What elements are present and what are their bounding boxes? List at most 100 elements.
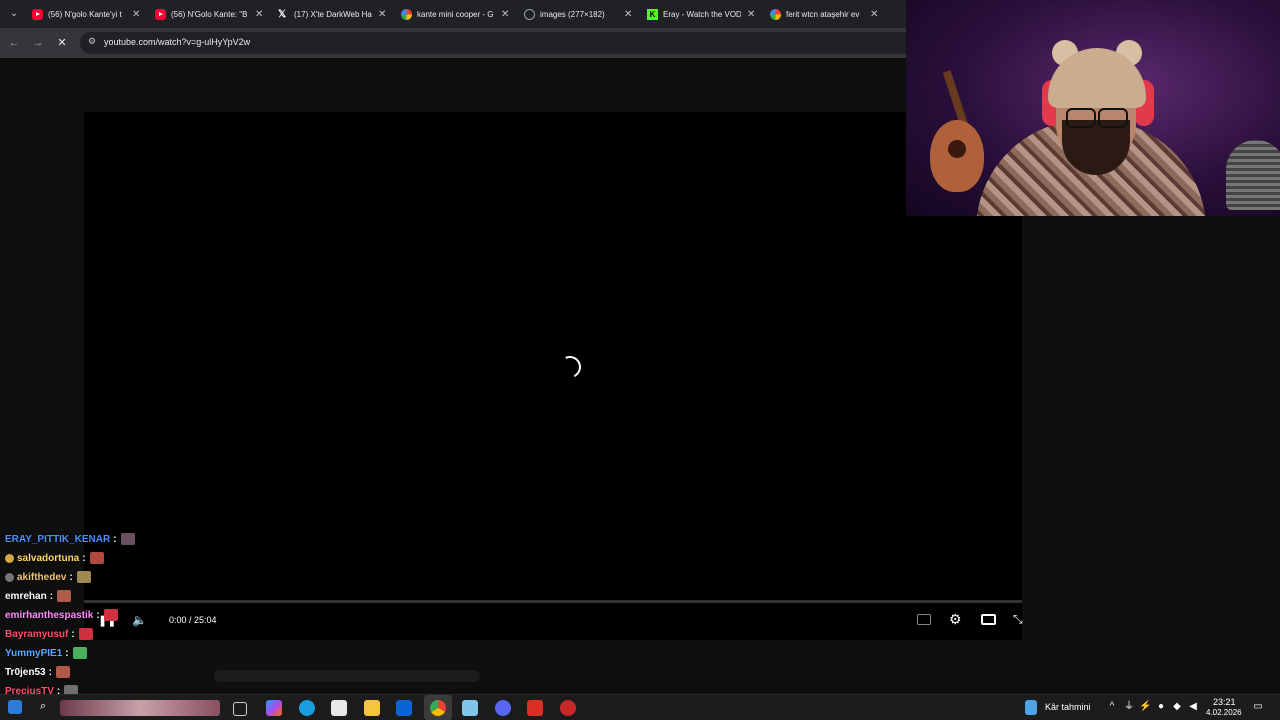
chat-username[interactable]: salvadortuna — [17, 553, 79, 564]
start-windows-icon[interactable] — [8, 700, 22, 714]
tab-title: (17) X'te DarkWeb Ha — [294, 9, 372, 19]
tab-search-chevron-icon[interactable]: ⌄ — [4, 4, 24, 24]
clock-time[interactable]: 23:21 — [1213, 697, 1236, 707]
tab-close-icon[interactable]: ✕ — [747, 9, 755, 20]
forward-arrow-icon[interactable]: → — [30, 35, 46, 51]
chat-message: emirhanthespastik: — [5, 606, 118, 624]
back-arrow-icon[interactable]: ← — [6, 35, 22, 51]
tab-close-icon[interactable]: ✕ — [501, 9, 509, 20]
search-box-highlight[interactable] — [60, 700, 220, 716]
stop-loading-icon[interactable]: ✕ — [54, 35, 70, 51]
chat-emote-icon — [72, 647, 87, 659]
chat-emote-icon — [78, 628, 93, 640]
microsoft-store-icon[interactable] — [331, 700, 347, 716]
tab-title: ferit wtcn ataşehir ev — [786, 9, 860, 19]
google-icon — [401, 8, 412, 20]
x-icon: 𝕏 — [278, 8, 287, 20]
guitar-soundhole — [948, 140, 966, 158]
globe-icon — [524, 8, 535, 20]
chat-message: Tr0jen53: — [5, 663, 70, 681]
youtube-icon — [155, 8, 166, 20]
browser-tab[interactable]: images (277×182) ✕ — [524, 4, 632, 24]
tray-chevron-up-icon[interactable]: ^ — [1106, 701, 1118, 713]
tab-close-icon[interactable]: ✕ — [870, 9, 878, 20]
tray-volume-icon[interactable]: ◀ — [1187, 701, 1199, 713]
chat-username[interactable]: ERAY_PITTIK_KENAR — [5, 534, 110, 545]
chat-separator: : — [96, 609, 100, 621]
video-player[interactable] — [84, 112, 1022, 640]
outlook-icon[interactable] — [396, 700, 412, 716]
recording-app-icon[interactable] — [560, 700, 576, 716]
chat-message: Bayramyusuf: — [5, 625, 93, 643]
weather-icon[interactable] — [1025, 700, 1037, 715]
url-text: youtube.com/watch?v=g-ulHyYpV2w — [104, 37, 251, 47]
browser-tab[interactable]: K Eray - Watch the VOD ✕ — [647, 4, 755, 24]
file-explorer-icon[interactable] — [364, 700, 380, 716]
tab-close-icon[interactable]: ✕ — [132, 9, 140, 20]
chat-emote-icon — [55, 666, 70, 678]
tray-microphone-icon[interactable]: ● — [1155, 701, 1167, 713]
tab-close-icon[interactable]: ✕ — [378, 9, 386, 20]
video-progress-bar[interactable] — [84, 600, 1022, 603]
obs-app-icon[interactable] — [527, 700, 543, 716]
theater-mode-icon[interactable] — [981, 614, 996, 625]
browser-tab[interactable]: ferit wtcn ataşehir ev ✕ — [770, 4, 878, 24]
chat-emote-icon — [103, 609, 118, 621]
kick-icon: K — [647, 8, 658, 20]
chat-emote-icon — [76, 571, 91, 583]
tab-title: kante mini cooper - G — [417, 9, 494, 19]
tab-title: Eray - Watch the VOD — [663, 9, 741, 19]
notepad-icon[interactable] — [462, 700, 478, 716]
youtube-icon — [32, 8, 43, 20]
chat-message: salvadortuna: — [5, 549, 104, 567]
address-bar[interactable]: ⚙ youtube.com/watch?v=g-ulHyYpV2w — [80, 32, 906, 54]
chat-username[interactable]: akifthedev — [17, 572, 66, 583]
chat-emote-icon — [89, 552, 104, 564]
weather-text[interactable]: Kâr tahmini — [1045, 702, 1091, 712]
tab-close-icon[interactable]: ✕ — [255, 9, 263, 20]
tray-wifi-icon[interactable]: ◆ — [1171, 701, 1183, 713]
google-icon — [770, 8, 781, 20]
chat-username[interactable]: Bayramyusuf — [5, 629, 68, 640]
chat-username[interactable]: YummyPIE1 — [5, 648, 62, 659]
chrome-icon[interactable] — [430, 700, 446, 716]
tab-title: (56) N'golo Kante'yi t — [48, 9, 122, 19]
browser-tab[interactable]: 𝕏 (17) X'te DarkWeb Ha ✕ — [278, 4, 386, 24]
tray-usb-icon[interactable]: ⏚ — [1123, 701, 1135, 713]
chat-badge-icon — [5, 553, 14, 563]
chat-separator: : — [65, 647, 69, 659]
tab-strip: ⌄ (56) N'golo Kante'yi t ✕ (56) N'Golo Kan… — [0, 0, 906, 28]
chat-separator: : — [82, 552, 86, 564]
clock-date[interactable]: 4.02.2026 — [1206, 708, 1242, 717]
settings-gear-icon[interactable]: ⚙ — [949, 611, 962, 628]
chat-username[interactable]: Tr0jen53 — [5, 667, 46, 678]
browser-tab[interactable]: kante mini cooper - G ✕ — [401, 4, 509, 24]
copilot-icon[interactable] — [266, 700, 282, 716]
chat-separator: : — [69, 571, 73, 583]
browser-tab[interactable]: (56) N'golo Kante'yi t ✕ — [32, 4, 140, 24]
fullscreen-exit-icon[interactable]: ⤡ — [1013, 612, 1023, 627]
chat-separator: : — [71, 628, 75, 640]
subtitles-icon[interactable] — [917, 614, 931, 625]
volume-icon[interactable]: 🔈 — [132, 613, 147, 627]
site-info-icon[interactable]: ⚙ — [88, 36, 96, 47]
studio-microphone — [1226, 140, 1280, 210]
notification-icon[interactable]: ▭ — [1252, 701, 1264, 713]
task-view-icon[interactable] — [233, 702, 247, 716]
edge-icon[interactable] — [299, 700, 315, 716]
browser-tab[interactable]: (56) N'Golo Kante: "B ✕ — [155, 4, 263, 24]
chat-separator: : — [113, 533, 117, 545]
chat-username[interactable]: emrehan — [5, 591, 47, 602]
discord-icon[interactable] — [495, 700, 511, 716]
tab-title: images (277×182) — [540, 9, 605, 19]
chat-separator: : — [48, 666, 52, 678]
tab-close-icon[interactable]: ✕ — [624, 9, 632, 20]
chat-emote-icon — [57, 590, 72, 602]
search-icon[interactable]: ⌕ — [40, 700, 56, 716]
scroll-indicator — [214, 670, 480, 682]
chat-message: ERAY_PITTIK_KENAR: — [5, 530, 135, 548]
chat-message: emrehan: — [5, 587, 72, 605]
tray-network-off-icon[interactable]: ⚡ — [1139, 701, 1151, 713]
chat-message: akifthedev: — [5, 568, 91, 586]
chat-username[interactable]: emirhanthespastik — [5, 610, 93, 621]
